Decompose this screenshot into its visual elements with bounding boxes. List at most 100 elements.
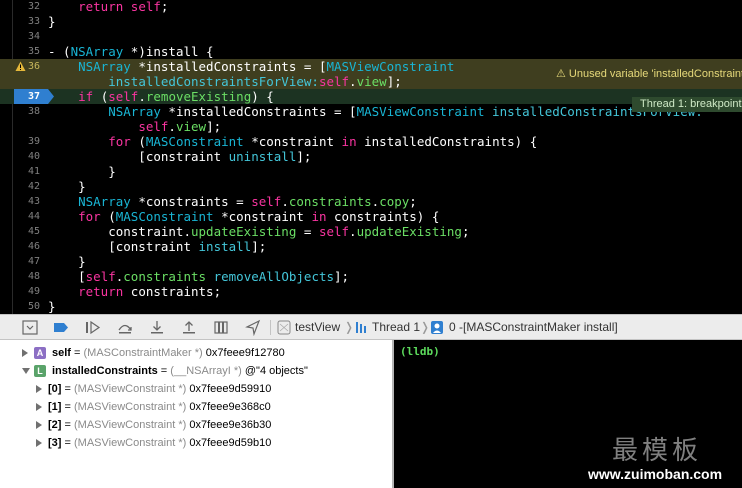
line-number: 35	[27, 46, 40, 57]
code-text: NSArray *constraints = self.constraints.…	[78, 194, 417, 209]
variable-row[interactable]: [0] = (MASViewConstraint *) 0x7feee9d599…	[0, 380, 390, 398]
variable-text: installedConstraints = (__NSArrayI *) @"…	[52, 365, 308, 377]
step-out-icon[interactable]	[180, 319, 198, 336]
continue-icon[interactable]	[84, 319, 102, 336]
code-text: }	[48, 254, 86, 269]
variable-kind-icon: A	[34, 347, 46, 359]
breadcrumb-scheme[interactable]: testView	[295, 320, 340, 334]
code-line: 48 [self.constraints removeAllObjects];	[0, 269, 742, 284]
step-into-icon[interactable]	[148, 319, 166, 336]
variables-view[interactable]: Aself = (MASConstraintMaker *) 0x7feee9f…	[0, 340, 393, 488]
line-number: 33	[27, 16, 40, 27]
warning-icon: ⚠	[556, 68, 569, 80]
line-number: 40	[27, 151, 40, 162]
line-number: 34	[27, 31, 40, 42]
line-number: 50	[27, 301, 40, 312]
disclosure-collapsed-icon[interactable]	[36, 385, 42, 393]
variable-row[interactable]: [1] = (MASViewConstraint *) 0x7feee9e368…	[0, 398, 390, 416]
breadcrumb-thread[interactable]: Thread 1	[372, 320, 420, 334]
breadcrumb-chevron-icon: ❭	[344, 320, 355, 334]
stack-frame-icon	[431, 321, 443, 334]
code-line: 33}	[0, 14, 742, 29]
code-text: for (MASConstraint *constraint in constr…	[78, 209, 440, 224]
breakpoint-message[interactable]: Thread 1: breakpoint	[632, 97, 742, 112]
watermark-url: www.zuimoban.com	[588, 466, 723, 482]
variable-row[interactable]: [2] = (MASViewConstraint *) 0x7feee9e36b…	[0, 416, 390, 434]
code-line: 42 }	[0, 179, 742, 194]
variable-text: self = (MASConstraintMaker *) 0x7feee9f1…	[52, 347, 285, 359]
code-text: NSArray *installedConstraints = [MASView…	[108, 104, 703, 119]
code-text: [constraint uninstall];	[48, 149, 312, 164]
variable-kind-icon: L	[34, 365, 46, 377]
line-number: 32	[27, 1, 40, 12]
line-number: 37	[27, 91, 40, 102]
thread-icon	[356, 322, 366, 333]
code-text: constraint.updateExisting = self.updateE…	[48, 224, 470, 239]
disclosure-collapsed-icon[interactable]	[22, 349, 28, 357]
disclosure-expanded-icon[interactable]	[22, 368, 30, 374]
variable-row[interactable]: LinstalledConstraints = (__NSArrayI *) @…	[0, 362, 390, 380]
line-number: 45	[27, 226, 40, 237]
code-line: 47 }	[0, 254, 742, 269]
code-text: }	[48, 164, 116, 179]
code-text: self.view];	[138, 119, 222, 134]
code-text: [self.constraints removeAllObjects];	[48, 269, 350, 284]
line-number: 47	[27, 256, 40, 267]
code-text: }	[48, 299, 56, 314]
code-text: NSArray *installedConstraints = [MASView…	[78, 59, 455, 74]
code-line: 43 NSArray *constraints = self.constrain…	[0, 194, 742, 209]
code-text: [constraint install];	[48, 239, 267, 254]
hide-debug-area-icon[interactable]	[21, 319, 39, 336]
disclosure-collapsed-icon[interactable]	[36, 439, 42, 447]
code-line: 46 [constraint install];	[0, 239, 742, 254]
line-number: 44	[27, 211, 40, 222]
warning-icon[interactable]	[15, 61, 26, 72]
code-line: 41 }	[0, 164, 742, 179]
variable-row[interactable]: [3] = (MASViewConstraint *) 0x7feee9d59b…	[0, 434, 390, 452]
line-number: 48	[27, 271, 40, 282]
step-over-icon[interactable]	[116, 319, 134, 336]
code-text: return constraints;	[78, 284, 222, 299]
line-number: 42	[27, 181, 40, 192]
code-text: }	[48, 14, 56, 29]
line-number: 49	[27, 286, 40, 297]
variable-row[interactable]: Aself = (MASConstraintMaker *) 0x7feee9f…	[0, 344, 390, 362]
app-icon	[277, 320, 291, 335]
code-line: 44 for (MASConstraint *constraint in con…	[0, 209, 742, 224]
simulate-location-icon[interactable]	[244, 319, 262, 336]
toolbar-separator	[270, 320, 271, 335]
variable-text: [2] = (MASViewConstraint *) 0x7feee9e36b…	[48, 419, 272, 431]
warning-message[interactable]: ⚠ Unused variable 'installedConstraint	[548, 67, 742, 82]
code-line: 39 for (MASConstraint *constraint in ins…	[0, 134, 742, 149]
view-hierarchy-icon[interactable]	[212, 319, 230, 336]
line-number: 41	[27, 166, 40, 177]
disclosure-collapsed-icon[interactable]	[36, 421, 42, 429]
source-editor[interactable]: 32 return self; 33} 34 35- (NSArray *)insta…	[0, 0, 742, 314]
breakpoint-text: Thread 1: breakpoint	[640, 98, 742, 110]
code-text: if (self.removeExisting) {	[78, 89, 274, 104]
code-line: 38 NSArray *installedConstraints = [MASV…	[0, 104, 742, 119]
code-line: 50}	[0, 299, 742, 314]
code-line: 45 constraint.updateExisting = self.upda…	[0, 224, 742, 239]
code-line: 37 if (self.removeExisting) {	[0, 89, 742, 104]
code-line: 32 return self;	[0, 0, 742, 14]
variable-text: [0] = (MASViewConstraint *) 0x7feee9d599…	[48, 383, 272, 395]
code-text: installedConstraintsForView:self.view];	[108, 74, 402, 89]
breadcrumb-frame[interactable]: 0 -[MASConstraintMaker install]	[449, 320, 618, 334]
warning-text: Unused variable 'installedConstraint	[568, 68, 742, 80]
line-number: 39	[27, 136, 40, 147]
disclosure-collapsed-icon[interactable]	[36, 403, 42, 411]
code-text: for (MASConstraint *constraint in instal…	[108, 134, 538, 149]
line-number: 46	[27, 241, 40, 252]
variable-text: [3] = (MASViewConstraint *) 0x7feee9d59b…	[48, 437, 272, 449]
line-number: 38	[27, 106, 40, 117]
console-prompt: (lldb)	[400, 345, 440, 358]
watermark: 最模板 www.zuimoban.com	[588, 428, 738, 486]
code-text: - (NSArray *)install {	[48, 44, 214, 59]
variable-text: [1] = (MASViewConstraint *) 0x7feee9e368…	[48, 401, 271, 413]
code-line: 34	[0, 29, 742, 44]
watermark-logo: 最模板	[612, 436, 703, 466]
code-text: }	[48, 179, 86, 194]
breakpoints-toggle-icon[interactable]	[52, 319, 70, 336]
debug-toolbar: testView ❭ Thread 1 ❭ 0 -[MASConstraintM…	[0, 314, 742, 340]
